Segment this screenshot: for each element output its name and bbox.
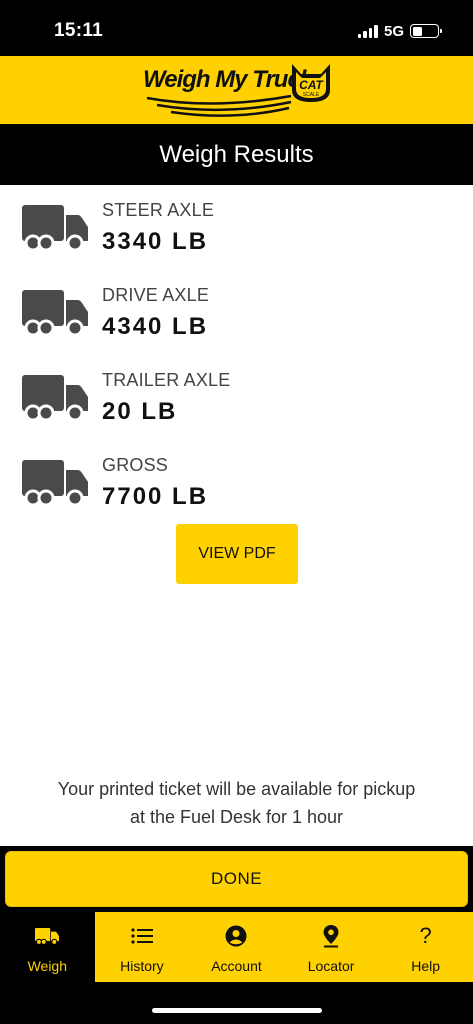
title-bar: Weigh Results [0, 124, 473, 185]
truck-icon [22, 205, 88, 251]
result-value: 3340 LB [102, 228, 209, 255]
result-value: 4340 LB [102, 313, 209, 340]
truck-icon [22, 375, 88, 421]
status-bar: 15:11 5G [0, 0, 473, 56]
view-pdf-button[interactable]: VIEW PDF [176, 524, 298, 584]
notice-line: at the Fuel Desk for 1 hour [129, 807, 344, 827]
cat-scale-badge-icon: CAT SCALE [292, 64, 330, 102]
brand-header: Weigh My Truck CAT SCALE [0, 56, 473, 124]
ticket-pickup-notice: Your printed ticket will be available fo… [0, 775, 473, 831]
weigh-results-content: STEER AXLE 3340 LB DRIVE AXLE 4340 LB TR… [0, 185, 473, 846]
badge-text: CAT [299, 78, 324, 92]
home-indicator[interactable] [152, 1008, 322, 1013]
page-title: Weigh Results [159, 140, 314, 168]
truck-icon [35, 928, 60, 945]
result-row-steer-axle: STEER AXLE 3340 LB [0, 185, 473, 255]
status-time: 15:11 [54, 20, 104, 41]
bottom-tab-bar: Weigh History Account Locator ? Help [0, 912, 473, 982]
question-icon: ? [419, 923, 432, 948]
result-value: 7700 LB [102, 483, 209, 510]
result-label: DRIVE AXLE [102, 285, 210, 305]
notice-line: Your printed ticket will be available fo… [57, 779, 416, 799]
tab-account[interactable]: Account [189, 912, 284, 982]
tab-history[interactable]: History [95, 912, 190, 982]
truck-icon [22, 290, 88, 336]
brand-logo: Weigh My Truck CAT SCALE [143, 60, 333, 120]
tab-help[interactable]: ? Help [378, 912, 473, 982]
tab-label: Account [211, 958, 262, 974]
result-label: TRAILER AXLE [102, 370, 231, 390]
location-pin-icon [323, 925, 339, 948]
result-row-drive-axle: DRIVE AXLE 4340 LB [0, 270, 473, 340]
battery-icon [410, 24, 442, 38]
brand-logo-text: Weigh My Truck [143, 66, 313, 93]
done-button[interactable]: DONE [5, 851, 468, 907]
tab-label: Locator [307, 958, 355, 974]
truck-icon [22, 460, 88, 506]
tab-weigh[interactable]: Weigh [0, 912, 95, 982]
tab-label: Help [411, 958, 441, 974]
result-label: STEER AXLE [102, 200, 215, 220]
tab-locator[interactable]: Locator [284, 912, 379, 982]
swoosh-lines-icon [146, 94, 292, 117]
network-type: 5G [383, 22, 404, 40]
status-indicators: 5G [357, 21, 442, 41]
tab-label: History [120, 958, 164, 974]
signal-strength-icon [357, 24, 378, 38]
list-icon [131, 928, 153, 944]
badge-subtext: SCALE [303, 92, 320, 98]
result-value: 20 LB [102, 398, 178, 425]
result-row-gross: GROSS 7700 LB [0, 440, 473, 510]
home-indicator-area [0, 982, 473, 1024]
result-label: GROSS [102, 455, 169, 475]
result-row-trailer-axle: TRAILER AXLE 20 LB [0, 355, 473, 425]
tab-label: Weigh [27, 958, 68, 974]
account-icon [225, 925, 247, 947]
done-area: DONE [0, 846, 473, 912]
